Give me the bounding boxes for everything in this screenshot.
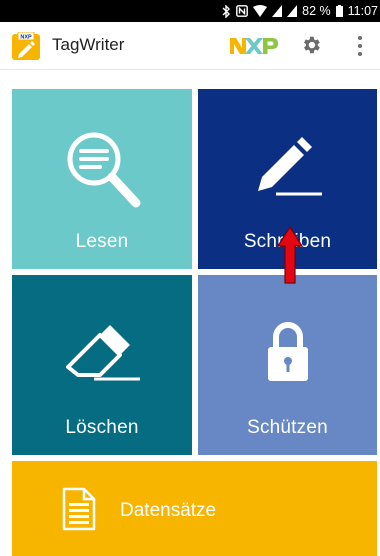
read-label: Lesen — [75, 231, 129, 252]
erase-tile[interactable]: Löschen — [12, 275, 192, 455]
status-bar: 82 % 11:07 — [0, 0, 380, 22]
clock: 11:07 — [347, 4, 378, 18]
wifi-icon — [253, 5, 268, 17]
overflow-menu-icon[interactable] — [355, 34, 365, 58]
protect-label: Schützen — [247, 417, 328, 438]
records-label: Datensätze — [120, 500, 217, 521]
app-bar: NXP TagWriter — [0, 22, 380, 70]
svg-text:NXP: NXP — [20, 35, 32, 41]
eraser-icon — [66, 325, 140, 381]
app-logo-icon: NXP — [12, 32, 40, 60]
lock-icon — [268, 322, 308, 381]
nfc-icon — [236, 5, 249, 17]
signal-icon — [272, 5, 283, 17]
pencil-icon — [258, 137, 322, 196]
magnifier-icon — [67, 132, 141, 208]
red-up-arrow-icon — [277, 226, 303, 284]
erase-label: Löschen — [65, 417, 139, 438]
document-icon — [62, 487, 96, 531]
records-tile[interactable]: Datensätze — [12, 461, 377, 556]
read-tile[interactable]: Lesen — [12, 89, 192, 269]
battery-percent: 82 % — [302, 4, 331, 18]
signal-icon — [287, 5, 298, 17]
bluetooth-icon — [222, 4, 231, 18]
protect-tile[interactable]: Schützen — [198, 275, 377, 455]
settings-gear-icon[interactable] — [300, 34, 322, 56]
nxp-logo — [230, 38, 278, 54]
app-title: TagWriter — [52, 35, 125, 54]
battery-icon — [335, 5, 343, 17]
